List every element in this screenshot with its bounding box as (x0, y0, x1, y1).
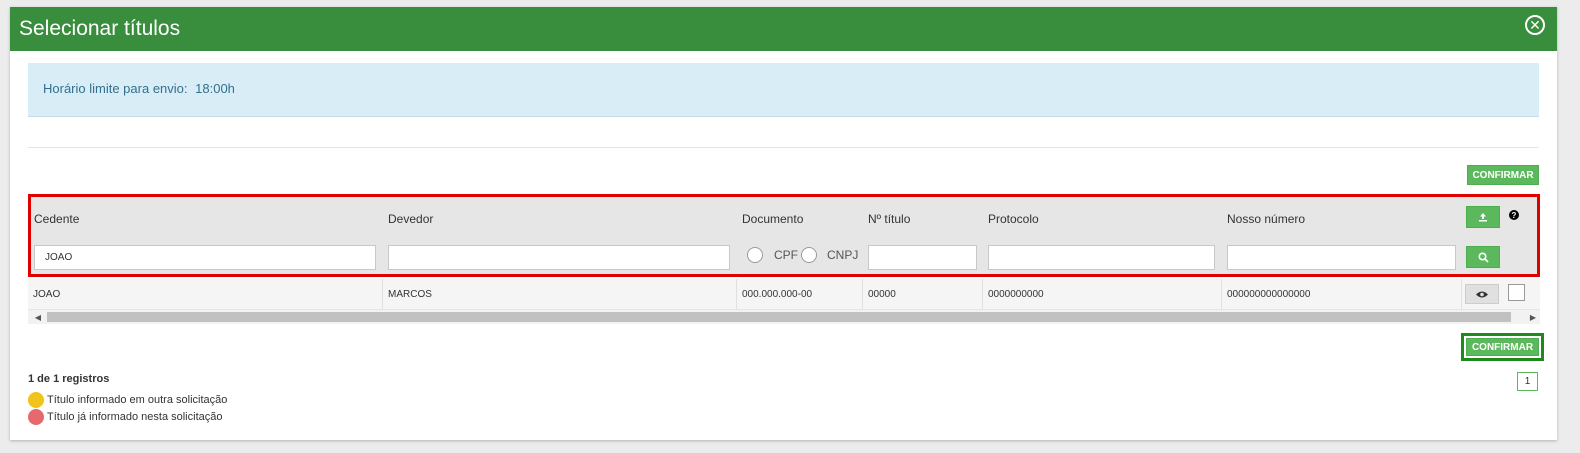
search-icon (1477, 251, 1489, 263)
divider (28, 147, 1539, 148)
modal-title: Selecionar títulos (19, 17, 181, 40)
cell-cedente: JOAO (28, 279, 383, 309)
upload-button[interactable] (1466, 206, 1500, 228)
devedor-filter-input[interactable] (388, 245, 730, 270)
info-alert: Horário limite para envio: 18:00h (28, 63, 1539, 117)
cell-nosso-numero: 000000000000000 (1222, 279, 1462, 309)
info-text: Horário limite para envio: 18:00h (43, 81, 235, 96)
numero-titulo-filter-input[interactable] (868, 245, 977, 270)
nosso-numero-filter-input[interactable] (1227, 245, 1456, 270)
info-value: 18:00h (195, 81, 235, 96)
column-header-protocolo: Protocolo (988, 212, 1039, 226)
cell-protocolo: 0000000000 (983, 279, 1222, 309)
legend-label: Título informado em outra solicitação (47, 394, 228, 406)
table-row[interactable]: JOAO MARCOS 000.000.000-00 00000 0000000… (28, 279, 1540, 310)
eye-icon (1476, 291, 1488, 297)
protocolo-filter-input[interactable] (988, 245, 1215, 270)
yellow-dot-icon (28, 392, 44, 408)
cell-documento: 000.000.000-00 (737, 279, 863, 309)
search-button[interactable] (1466, 246, 1500, 268)
scroll-thumb[interactable] (47, 312, 1511, 322)
scroll-left-icon[interactable]: ◀ (31, 310, 45, 324)
column-header-numero-titulo: Nº título (868, 212, 911, 226)
cnpj-radio[interactable] (801, 247, 817, 263)
cpf-radio-label: CPF (774, 248, 798, 262)
cell-numero-titulo: 00000 (863, 279, 983, 309)
row-checkbox[interactable] (1508, 284, 1525, 301)
modal-header: Selecionar títulos ✕ (10, 7, 1557, 51)
column-header-documento: Documento (742, 212, 804, 226)
horizontal-scrollbar[interactable]: ◀ ▶ (28, 310, 1540, 324)
legend-label: Título já informado nesta solicitação (47, 411, 223, 423)
help-icon[interactable]: ? (1509, 210, 1519, 220)
cell-devedor: MARCOS (383, 279, 737, 309)
records-count: 1 de 1 registros (28, 373, 110, 385)
scroll-right-icon[interactable]: ▶ (1526, 310, 1540, 324)
red-dot-icon (28, 409, 44, 425)
confirm-button-bottom[interactable]: CONFIRMAR (1466, 338, 1539, 356)
close-icon[interactable]: ✕ (1525, 15, 1545, 35)
legend-item-other-request: Título informado em outra solicitação (28, 392, 227, 408)
select-titles-modal: Selecionar títulos ✕ Horário limite para… (10, 7, 1557, 440)
cnpj-radio-label: CNPJ (827, 248, 859, 262)
column-header-cedente: Cedente (34, 212, 80, 226)
upload-icon (1479, 213, 1487, 222)
info-label: Horário limite para envio: (43, 81, 188, 96)
confirm-button-top[interactable]: CONFIRMAR (1467, 165, 1539, 185)
column-header-nosso-numero: Nosso número (1227, 212, 1306, 226)
cedente-filter-input[interactable]: JOAO (34, 245, 376, 270)
confirm-button-highlight: CONFIRMAR (1461, 333, 1544, 361)
cpf-radio[interactable] (747, 247, 763, 263)
filter-panel: Cedente Devedor Documento Nº título Prot… (28, 194, 1540, 277)
view-button[interactable] (1465, 284, 1499, 304)
pagination-page-1[interactable]: 1 (1517, 372, 1538, 391)
column-header-devedor: Devedor (388, 212, 434, 226)
legend-item-this-request: Título já informado nesta solicitação (28, 409, 222, 425)
